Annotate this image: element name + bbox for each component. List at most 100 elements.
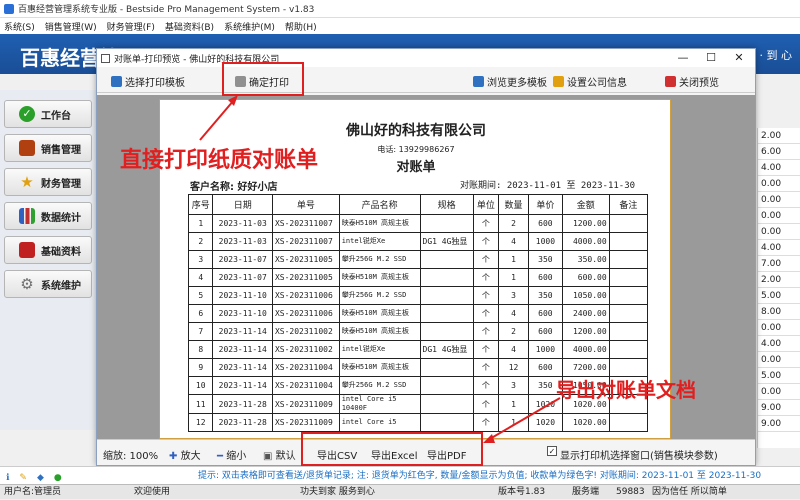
grid-cell[interactable]: 2.00 <box>758 128 800 144</box>
maximize-icon[interactable]: ☐ <box>697 49 725 67</box>
minimize-icon[interactable]: — <box>669 49 697 67</box>
menu-sales[interactable]: 销售管理(W) <box>45 20 97 33</box>
table-cell: 攀升256G M.2 SSD <box>338 286 421 305</box>
table-cell: 3 <box>187 250 214 269</box>
table-cell: 3 <box>498 376 529 395</box>
grid-cell[interactable]: 8.00 <box>758 304 800 320</box>
grid-cell[interactable]: 4.00 <box>758 160 800 176</box>
status-user: 用户名:管理员 <box>4 487 62 497</box>
table-cell: XS-202311009 <box>271 413 340 432</box>
table-cell <box>419 250 474 269</box>
status-motto: 功夫到家 服务到心 <box>300 487 375 497</box>
grid-cell[interactable]: 0.00 <box>758 352 800 368</box>
column-header: 序号 <box>187 194 214 215</box>
table-cell: 2023-11-28 <box>212 394 273 414</box>
sidebar-item-basic-data[interactable]: 基础资料 <box>4 236 92 264</box>
table-cell <box>419 358 474 377</box>
bar-chart-icon <box>19 208 35 224</box>
table-cell <box>608 268 649 287</box>
status-service: 服务端 <box>572 487 600 497</box>
table-row: 1 2023-11-03 XS-202311007 映泰H510M 高规主板 个 2 600… <box>187 214 649 233</box>
table-cell: XS-202311007 <box>271 214 340 233</box>
grid-cell[interactable]: 0.00 <box>758 176 800 192</box>
company-settings-button[interactable]: 设置公司信息 <box>553 73 627 89</box>
grid-cell[interactable]: 7.00 <box>758 256 800 272</box>
grid-cell[interactable]: 4.00 <box>758 336 800 352</box>
status-version: 版本号1.83 <box>498 487 546 497</box>
table-cell: XS-202311009 <box>271 394 340 414</box>
table-cell: 攀升256G M.2 SSD <box>338 250 421 269</box>
sidebar-item-sales[interactable]: 销售管理 <box>4 134 92 162</box>
table-cell: 2 <box>498 214 529 233</box>
menu-finance[interactable]: 财务管理(F) <box>107 20 155 33</box>
table-cell <box>419 304 474 323</box>
table-row: 12 2023-11-28 XS-202311009 intel Core i5 个 1 1… <box>187 413 649 432</box>
table-row: 4 2023-11-07 XS-202311005 映泰H510M 高规主板个 1 600… <box>187 268 649 287</box>
grid-cell[interactable]: 5.00 <box>758 368 800 384</box>
grid-cell[interactable]: 5.00 <box>758 288 800 304</box>
grid-cell[interactable]: 9.00 <box>758 400 800 416</box>
table-cell: 2 <box>498 322 529 341</box>
browse-templates-button[interactable]: 浏览更多模板 <box>473 73 547 89</box>
annotation-export-box <box>301 432 483 466</box>
table-row: 7 2023-11-14 XS-202311002 映泰H510M 高规主板 个 2 600… <box>187 322 649 341</box>
table-cell: 1200.00 <box>561 322 610 341</box>
table-cell: 个 <box>472 413 500 432</box>
grid-cell[interactable]: 0.00 <box>758 224 800 240</box>
zoom-out-button[interactable]: ━ 缩小 <box>217 447 246 462</box>
table-cell: 4000.00 <box>561 232 610 251</box>
table-cell: 2023-11-10 <box>212 304 273 323</box>
printer-dialog-checkbox[interactable]: ✓ <box>547 446 557 456</box>
default-zoom-button[interactable]: ▣ 默认 <box>263 447 296 462</box>
table-cell: 1200.00 <box>561 214 610 233</box>
statement-company: 佛山好的科技有限公司 <box>346 123 486 139</box>
table-cell: 3 <box>498 286 529 305</box>
menu-system[interactable]: 系统(S) <box>4 20 35 33</box>
column-header: 单位 <box>472 194 500 215</box>
table-cell: 个 <box>472 214 500 233</box>
grid-cell[interactable]: 4.00 <box>758 240 800 256</box>
table-cell: intel Core i5 <box>338 413 421 432</box>
grid-cell[interactable]: 0.00 <box>758 192 800 208</box>
grid-cell[interactable]: 0.00 <box>758 208 800 224</box>
table-cell: 映泰H510M 高规主板 <box>338 304 421 323</box>
grid-cell[interactable]: 0.00 <box>758 320 800 336</box>
table-cell: 个 <box>472 286 500 305</box>
table-cell <box>608 214 649 233</box>
main-menu-bar: 系统(S) 销售管理(W) 财务管理(F) 基础资料(B) 系统维护(M) 帮助… <box>0 18 800 34</box>
default-zoom-label: 默认 <box>275 451 296 462</box>
menu-maintenance[interactable]: 系统维护(M) <box>224 20 275 33</box>
sidebar-item-maintenance[interactable]: ⚙ 系统维护 <box>4 270 92 298</box>
grid-cell[interactable]: 2.00 <box>758 272 800 288</box>
hint-bar: ℹ ✎ ◆ ● 提示: 双击表格即可查看送/退货单记录; 注: 退货单为红色字,… <box>0 466 800 484</box>
table-cell: 2023-11-03 <box>212 214 273 233</box>
book-icon <box>19 140 35 156</box>
sidebar-item-label: 工作台 <box>41 110 71 122</box>
grid-cell[interactable]: 6.00 <box>758 144 800 160</box>
hint-text: 提示: 双击表格即可查看送/退货单记录; 注: 退货单为红色字, 数量/金额显示… <box>198 471 762 481</box>
select-template-button[interactable]: 选择打印模板 <box>111 73 185 89</box>
sidebar-item-label: 基础资料 <box>41 246 81 258</box>
table-cell: XS-202311007 <box>271 232 340 251</box>
table-cell: 12 <box>498 358 529 377</box>
table-cell: 600 <box>527 268 563 287</box>
menu-basic-data[interactable]: 基础资料(B) <box>165 20 214 33</box>
grid-cell[interactable]: 9.00 <box>758 416 800 432</box>
table-cell: 1 <box>498 413 529 432</box>
close-preview-button[interactable]: 关闭预览 <box>665 73 719 89</box>
table-cell: 2 <box>187 232 214 251</box>
print-preview-dialog: 对账单-打印预览 - 佛山好的科技有限公司 — ☐ ✕ 选择打印模板 确定打印 … <box>96 48 756 466</box>
sidebar-item-finance[interactable]: ★ 财务管理 <box>4 168 92 196</box>
table-cell: 4 <box>498 232 529 251</box>
sidebar-item-workbench[interactable]: ✓ 工作台 <box>4 100 92 128</box>
zoom-in-button[interactable]: ✚ 放大 <box>169 447 201 462</box>
table-cell: 2023-11-10 <box>212 286 273 305</box>
close-icon[interactable]: ✕ <box>725 49 753 67</box>
company-settings-label: 设置公司信息 <box>567 77 627 89</box>
table-row: 5 2023-11-10 XS-202311006 攀升256G M.2 SSD 个 3 3… <box>187 286 649 305</box>
menu-help[interactable]: 帮助(H) <box>285 20 317 33</box>
home-icon <box>553 75 564 87</box>
sidebar-item-label: 销售管理 <box>41 144 81 156</box>
grid-cell[interactable]: 0.00 <box>758 384 800 400</box>
sidebar-item-statistics[interactable]: 数据统计 <box>4 202 92 230</box>
